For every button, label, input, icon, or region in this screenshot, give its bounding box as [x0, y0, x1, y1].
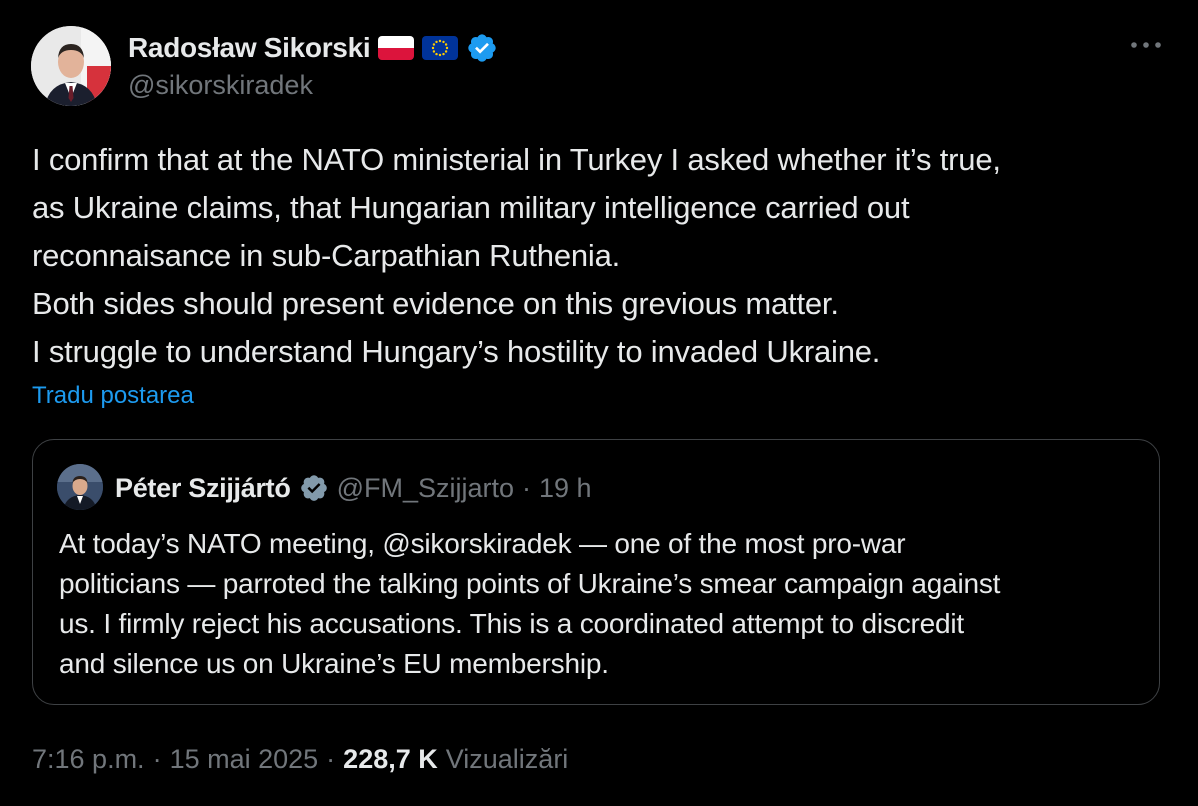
quote-text-line: us. I firmly reject his accusations. Thi… [59, 608, 964, 639]
quote-text-line: At today’s NATO meeting, @sikorskiradek … [59, 528, 906, 559]
quote-timestamp: 19 h [539, 472, 592, 503]
tweet-time[interactable]: 7:16 p.m. [32, 744, 145, 775]
tweet-text: I confirm that at the NATO ministerial i… [32, 136, 1172, 376]
tweet-text-line: as Ukraine claims, that Hungarian milita… [32, 190, 910, 225]
author-avatar[interactable] [31, 26, 111, 106]
quoted-tweet[interactable]: Péter Szijjártó @FM_Szijjarto · 19 h At … [32, 439, 1160, 705]
more-options-button[interactable] [1126, 30, 1166, 60]
author-handle[interactable]: @sikorskiradek [128, 70, 313, 101]
quote-text: At today’s NATO meeting, @sikorskiradek … [59, 524, 1149, 684]
flag-eu-icon [422, 36, 459, 60]
quote-author-avatar[interactable] [57, 464, 103, 510]
tweet-text-line: Both sides should present evidence on th… [32, 286, 839, 321]
quote-text-line: politicians — parroted the talking point… [59, 568, 1001, 599]
tweet-text-line: reconnaisance in sub-Carpathian Ruthenia… [32, 238, 621, 273]
separator-dot: · [522, 472, 532, 503]
views-count[interactable]: 228,7 K [343, 744, 438, 775]
tweet-detail: Radosław Sikorski @sikorskiradek I confi… [0, 0, 1198, 806]
views-label: Vizualizări [445, 744, 569, 774]
verified-badge-icon[interactable] [466, 32, 498, 64]
quote-author-handle: @FM_Szijjarto [336, 472, 515, 503]
more-dots-icon [1131, 42, 1161, 48]
author-avatar-image [31, 26, 111, 106]
quote-text-line: and silence us on Ukraine’s EU membershi… [59, 648, 609, 679]
author-display-name[interactable]: Radosław Sikorski [128, 32, 371, 64]
verified-badge-icon [299, 473, 329, 503]
quote-author-avatar-image [57, 464, 103, 510]
tweet-meta: 7:16 p.m. · 15 mai 2025 · 228,7 K Vizual… [32, 744, 568, 775]
author-name-row: Radosław Sikorski [128, 30, 498, 66]
tweet-date[interactable]: 15 mai 2025 [170, 744, 319, 775]
quote-author-display-name: Péter Szijjártó [115, 472, 291, 503]
separator-dot: · [326, 744, 336, 774]
translate-post-link[interactable]: Tradu postarea [32, 382, 194, 410]
separator-dot: · [152, 744, 162, 774]
tweet-text-line: I confirm that at the NATO ministerial i… [32, 142, 1001, 177]
quote-header: Péter Szijjártó @FM_Szijjarto · 19 h [115, 470, 592, 506]
flag-poland-icon [378, 36, 415, 60]
tweet-text-line: I struggle to understand Hungary’s hosti… [32, 334, 881, 369]
